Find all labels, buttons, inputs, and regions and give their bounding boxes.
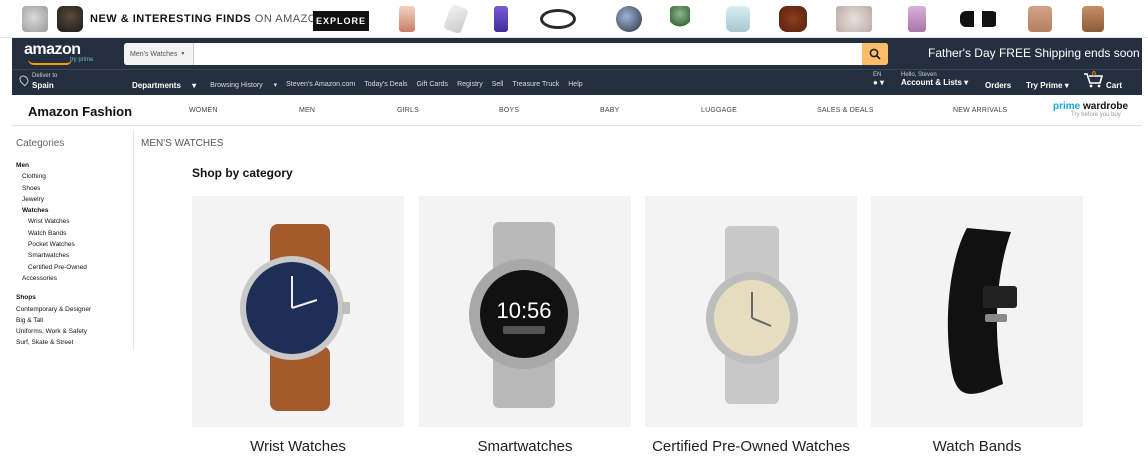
search-scope-dropdown[interactable]: Men's Watches ▼ xyxy=(124,43,194,65)
categories-title: Categories xyxy=(16,138,65,149)
section-title: Shop by category xyxy=(192,166,293,180)
watch-band-image xyxy=(947,228,1017,394)
fashion-link-sales[interactable]: SALES & DEALS xyxy=(817,107,874,114)
nav-link[interactable]: Gift Cards xyxy=(417,81,449,90)
category-item[interactable]: Wrist Watches xyxy=(16,216,91,227)
category-item[interactable]: Clothing xyxy=(16,171,91,182)
card-label[interactable]: Certified Pre-Owned Watches xyxy=(645,438,857,455)
fashion-link-new-arrivals[interactable]: NEW ARRIVALS xyxy=(953,107,1007,114)
fashion-link-men[interactable]: MEN xyxy=(299,107,315,114)
try-prime-menu[interactable]: Try Prime ▾ xyxy=(1026,81,1069,90)
product-thumbnail[interactable] xyxy=(960,11,998,27)
category-item[interactable]: Shoes xyxy=(16,183,91,194)
nav-link[interactable]: Browsing History ▾ xyxy=(210,81,277,90)
pre-owned-watch-image xyxy=(706,226,798,404)
amazon-logo[interactable]: amazon try prime xyxy=(24,41,106,65)
prime-wardrobe-logo[interactable]: prime wardrobe Try before you buy xyxy=(1053,101,1128,118)
nav-links: Departments ▾ Browsing History ▾ Steven'… xyxy=(132,81,592,90)
product-thumbnail[interactable] xyxy=(540,9,576,29)
category-item[interactable]: Certified Pre-Owned xyxy=(16,262,91,273)
category-item[interactable]: Uniforms, Work & Safety xyxy=(16,326,91,337)
category-item[interactable]: Pocket Watches xyxy=(16,239,91,250)
product-thumbnail[interactable] xyxy=(22,6,48,32)
fashion-link-boys[interactable]: BOYS xyxy=(499,107,519,114)
category-item[interactable]: Smartwatches xyxy=(16,250,91,261)
page-heading: MEN'S WATCHES xyxy=(141,138,224,149)
category-list: Men Clothing Shoes Jewelry Watches Wrist… xyxy=(16,160,91,349)
cart-count: 0 xyxy=(1092,71,1096,78)
explore-button[interactable]: EXPLORE xyxy=(313,11,369,31)
logo-word: amazon xyxy=(24,41,81,58)
category-item[interactable]: Watch Bands xyxy=(16,228,91,239)
category-men[interactable]: Men xyxy=(16,160,91,171)
product-thumbnail[interactable] xyxy=(1028,6,1052,32)
search-button[interactable] xyxy=(862,43,888,65)
search-icon xyxy=(869,48,881,60)
product-thumbnail[interactable] xyxy=(670,6,690,32)
nav-link[interactable]: Today's Deals xyxy=(364,81,407,90)
category-item[interactable]: Big & Tall xyxy=(16,315,91,326)
fashion-link-girls[interactable]: GIRLS xyxy=(397,107,419,114)
product-thumbnail[interactable] xyxy=(57,6,83,32)
smartwatch-time: 10:56 xyxy=(496,298,551,323)
nav-link[interactable]: Steven's Amazon.com xyxy=(286,81,355,90)
fashion-link-luggage[interactable]: LUGGAGE xyxy=(701,107,737,114)
fashion-title[interactable]: Amazon Fashion xyxy=(28,104,132,119)
category-item[interactable]: Contemporary & Designer xyxy=(16,304,91,315)
product-thumbnail[interactable] xyxy=(399,6,415,32)
product-thumbnail[interactable] xyxy=(836,6,872,32)
category-shops: Shops xyxy=(16,294,36,302)
category-watches[interactable]: Watches xyxy=(16,205,91,216)
language-selector[interactable]: EN ● ▾ xyxy=(873,72,884,87)
account-lists-menu[interactable]: Hello, Steven Account & Lists ▾ xyxy=(901,72,968,87)
promo-text: NEW & INTERESTING FINDS ON AMAZON xyxy=(90,13,326,25)
category-card-smartwatches[interactable]: 10:56 xyxy=(419,196,631,427)
category-item[interactable]: Surf, Skate & Street xyxy=(16,337,91,348)
smartwatch-image: 10:56 xyxy=(469,222,579,408)
product-thumbnail[interactable] xyxy=(1082,6,1104,32)
cart-button[interactable]: 0 Cart xyxy=(1083,71,1122,90)
card-label[interactable]: Wrist Watches xyxy=(192,438,404,455)
product-thumbnail[interactable] xyxy=(616,6,642,32)
nav-link[interactable]: Treasure Truck xyxy=(512,81,559,90)
logo-subtext: try prime xyxy=(70,57,94,63)
card-label[interactable]: Watch Bands xyxy=(871,438,1083,455)
category-item[interactable]: Jewelry xyxy=(16,194,91,205)
orders-link[interactable]: Orders xyxy=(985,81,1011,90)
globe-icon: ● ▾ xyxy=(873,78,885,87)
category-item[interactable]: Accessories xyxy=(16,273,91,284)
fashion-link-women[interactable]: WOMEN xyxy=(189,107,218,114)
wrist-watch-image xyxy=(240,224,350,411)
product-thumbnail[interactable] xyxy=(494,6,508,32)
logo-smile-icon xyxy=(28,59,72,65)
product-thumbnail[interactable] xyxy=(908,6,926,32)
category-card-watch-bands[interactable] xyxy=(871,196,1083,427)
product-thumbnail[interactable] xyxy=(726,6,750,32)
fashion-link-baby[interactable]: BABY xyxy=(600,107,619,114)
category-card-certified-pre-owned[interactable] xyxy=(645,196,857,427)
product-thumbnail[interactable] xyxy=(779,6,807,32)
nav-link[interactable]: Help xyxy=(568,81,582,90)
nav-link[interactable]: Sell xyxy=(492,81,504,90)
card-label[interactable]: Smartwatches xyxy=(419,438,631,455)
search-bar[interactable]: Men's Watches ▼ xyxy=(124,43,888,65)
category-card-wrist-watches[interactable] xyxy=(192,196,404,427)
divider xyxy=(133,130,134,350)
nav-link[interactable]: Registry xyxy=(457,81,483,90)
departments-menu[interactable]: Departments ▾ xyxy=(132,81,196,90)
shipping-promo-message[interactable]: Father's Day FREE Shipping ends soon xyxy=(928,46,1140,60)
